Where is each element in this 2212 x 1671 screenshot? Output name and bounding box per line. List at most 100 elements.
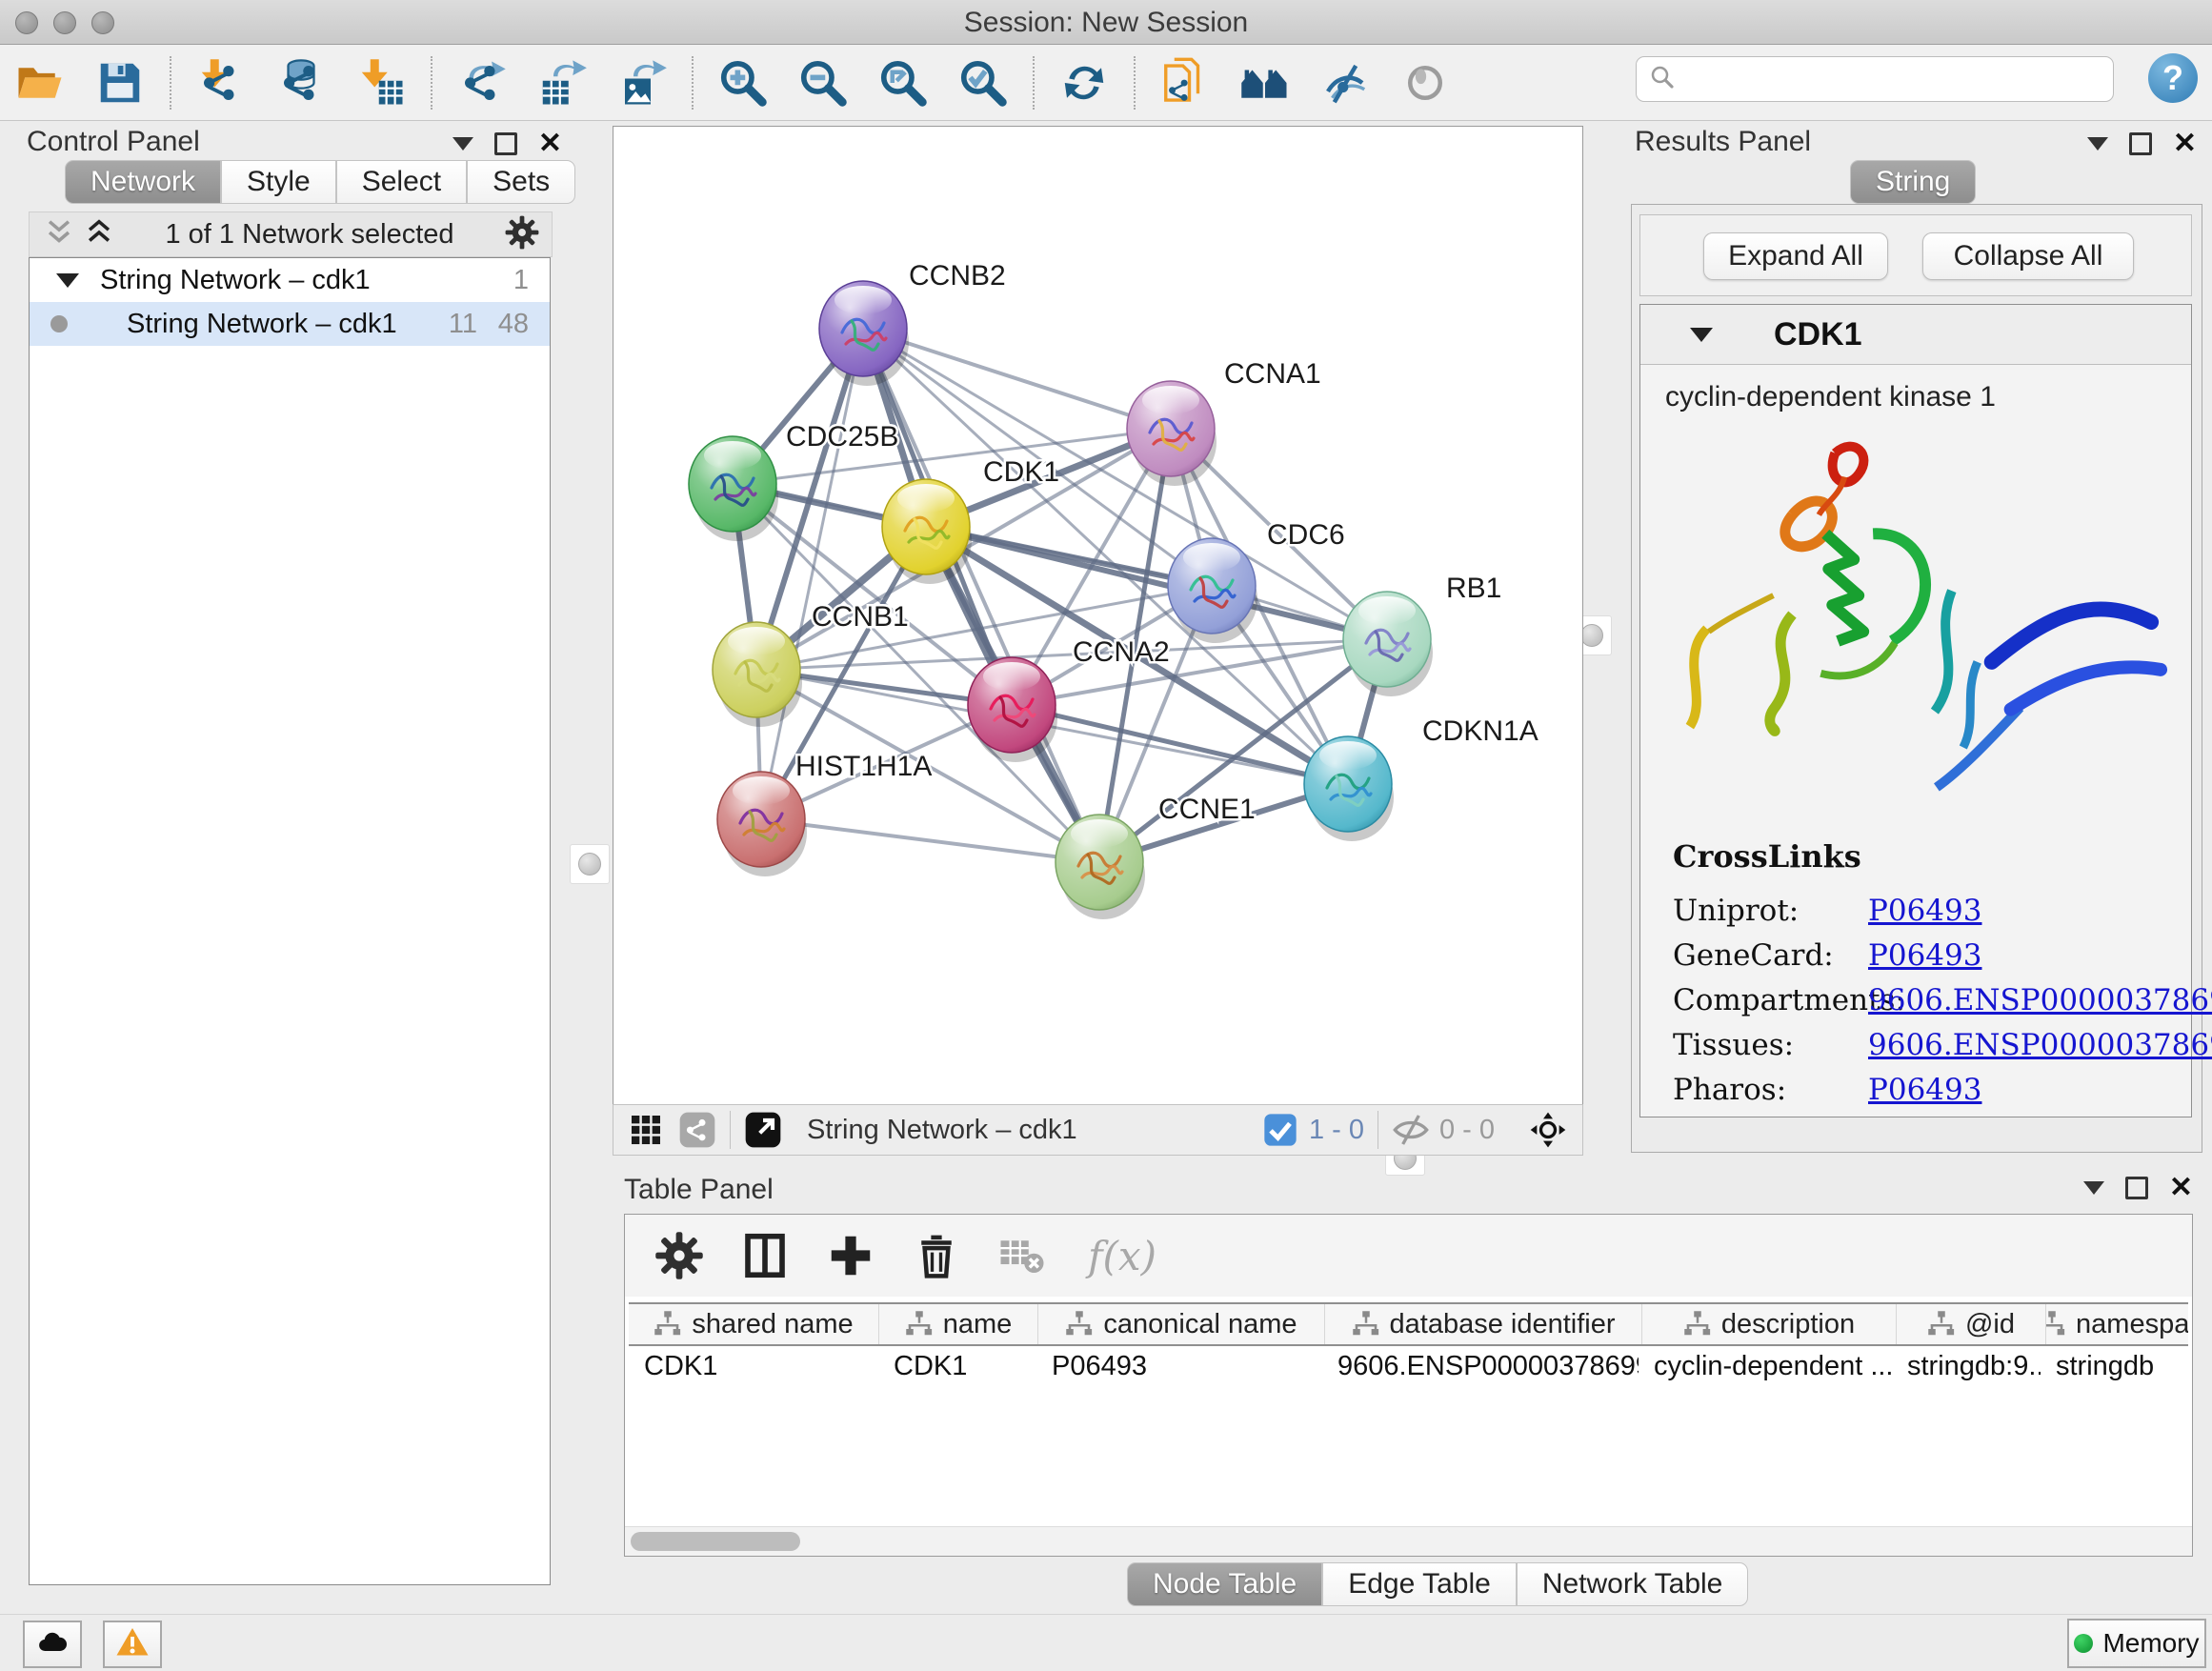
float-table-panel-icon[interactable]	[2125, 1177, 2148, 1199]
show-columns-icon[interactable]	[737, 1228, 793, 1283]
cell-shared-name[interactable]: CDK1	[629, 1351, 878, 1382]
edge-CCNE1-HIST1H1A[interactable]	[761, 819, 1099, 862]
warnings-button[interactable]	[103, 1621, 162, 1668]
collapse-all-networks-icon[interactable]	[43, 216, 75, 253]
open-session-icon[interactable]	[12, 55, 68, 111]
tab-network[interactable]: Network	[65, 160, 221, 204]
close-panel-icon[interactable]: ✕	[538, 130, 562, 158]
import-network-database-icon[interactable]	[273, 55, 329, 111]
float-results-icon[interactable]	[2129, 132, 2152, 155]
share-document-icon[interactable]	[1157, 55, 1213, 111]
selected-checkbox-icon[interactable]	[1261, 1111, 1299, 1149]
crosslink-link[interactable]: 9606.ENSP00000378699	[1868, 1028, 2212, 1062]
column-header-shared-name[interactable]: shared name	[629, 1304, 879, 1344]
float-panel-icon[interactable]	[494, 132, 517, 155]
edge-CCNB2-CCNA1[interactable]	[863, 329, 1171, 429]
zoom-in-icon[interactable]	[715, 55, 771, 111]
close-results-icon[interactable]: ✕	[2173, 130, 2197, 158]
graphics-details-icon[interactable]	[1317, 55, 1373, 111]
tab-network-table[interactable]: Network Table	[1517, 1562, 1749, 1606]
warning-icon	[115, 1625, 150, 1664]
network-row[interactable]: String Network – cdk1 11 48	[30, 302, 550, 346]
detach-view-icon[interactable]	[744, 1111, 782, 1149]
network-options-gear-icon[interactable]	[504, 214, 540, 255]
expand-all-button[interactable]: Expand All	[1703, 232, 1888, 280]
left-splitter-handle[interactable]	[570, 844, 610, 884]
column-header-database-identifier[interactable]: database identifier	[1325, 1304, 1642, 1344]
collapse-panel-icon[interactable]	[452, 137, 473, 151]
column-header-canonical-name[interactable]: canonical name	[1038, 1304, 1325, 1344]
tab-node-table[interactable]: Node Table	[1127, 1562, 1322, 1606]
hidden-eye-icon[interactable]	[1392, 1111, 1430, 1149]
crosslink-link[interactable]: P06493	[1868, 1073, 1981, 1107]
collapse-all-button[interactable]: Collapse All	[1922, 232, 2134, 280]
zoom-selected-icon[interactable]	[955, 55, 1011, 111]
cell--id[interactable]: stringdb:9...	[1892, 1351, 2041, 1382]
crosslink-link[interactable]: 9606.ENSP00000378699	[1868, 983, 2212, 1017]
cell-canonical-name[interactable]: P06493	[1036, 1351, 1322, 1382]
delete-table-icon[interactable]	[995, 1228, 1050, 1283]
table-horizontal-scrollbar[interactable]	[625, 1526, 2192, 1556]
tab-edge-table[interactable]: Edge Table	[1322, 1562, 1517, 1606]
table-row[interactable]: CDK1CDK1P064939606.ENSP00000378699cyclin…	[629, 1346, 2188, 1386]
gene-card-header[interactable]: CDK1	[1640, 305, 2191, 365]
tab-style[interactable]: Style	[221, 160, 336, 204]
tab-select[interactable]: Select	[336, 160, 467, 204]
node-label-CCNB1: CCNB1	[812, 601, 909, 633]
collapse-results-icon[interactable]	[2087, 137, 2108, 151]
edge-CCNB2-CCNE1[interactable]	[863, 329, 1099, 862]
expand-all-networks-icon[interactable]	[83, 216, 115, 253]
import-table-icon[interactable]	[353, 55, 409, 111]
export-image-icon[interactable]	[614, 55, 670, 111]
cell-namespace[interactable]: stringdb	[2041, 1351, 2188, 1382]
save-session-icon[interactable]	[92, 55, 148, 111]
search-field[interactable]	[1636, 56, 2114, 102]
tab-sets[interactable]: Sets	[467, 160, 575, 204]
memory-button[interactable]: Memory	[2067, 1619, 2206, 1668]
export-table-icon[interactable]	[534, 55, 590, 111]
node-HIST1H1A[interactable]: HIST1H1A	[717, 751, 932, 876]
node-CDC25B[interactable]: CDC25B	[689, 421, 898, 541]
column-header-description[interactable]: description	[1642, 1304, 1897, 1344]
collection-expand-icon[interactable]	[56, 273, 79, 288]
node-CCNE1[interactable]: CCNE1	[1056, 794, 1256, 919]
scrollbar-thumb[interactable]	[631, 1532, 800, 1551]
search-input[interactable]	[1684, 59, 2113, 99]
add-column-icon[interactable]	[823, 1228, 878, 1283]
houses-icon[interactable]	[1237, 55, 1293, 111]
help-button[interactable]: ?	[2148, 53, 2198, 103]
crosslink-link[interactable]: P06493	[1868, 894, 1981, 928]
column-header-name[interactable]: name	[879, 1304, 1038, 1344]
presentation-icon[interactable]	[1398, 55, 1453, 111]
crosslink-link[interactable]: P06493	[1868, 938, 1981, 973]
cell-database-identifier[interactable]: 9606.ENSP00000378699	[1322, 1351, 1639, 1382]
network-canvas[interactable]: CCNB2CCNA1CDC25BCDK1CDC6RB1CCNB1CCNA2CDK…	[613, 126, 1583, 1105]
function-builder-icon[interactable]: f(x)	[1088, 1233, 1156, 1279]
node-CCNA1[interactable]: CCNA1	[1127, 358, 1321, 486]
network-view-toolbar: String Network – cdk1 1 - 0 0 - 0	[613, 1104, 1583, 1156]
crosslink-label: Tissues:	[1673, 1028, 1868, 1062]
update-network-icon[interactable]	[1056, 55, 1112, 111]
gene-card-collapse-icon[interactable]	[1690, 328, 1713, 342]
node-CDKN1A[interactable]: CDKN1A	[1304, 715, 1538, 841]
cell-description[interactable]: cyclin-dependent ...	[1639, 1351, 1892, 1382]
column-header--id[interactable]: @id	[1897, 1304, 2046, 1344]
tab-string[interactable]: String	[1850, 160, 1976, 204]
close-table-panel-icon[interactable]: ✕	[2169, 1174, 2193, 1202]
fit-content-icon[interactable]	[1529, 1111, 1567, 1149]
import-network-file-icon[interactable]	[193, 55, 249, 111]
zoom-fit-icon[interactable]	[875, 55, 931, 111]
collapse-table-panel-icon[interactable]	[2083, 1181, 2104, 1195]
zoom-out-icon[interactable]	[795, 55, 851, 111]
network-collection-row[interactable]: String Network – cdk1 1	[30, 258, 550, 302]
column-header-namespace[interactable]: namespace	[2046, 1304, 2188, 1344]
node-RB1[interactable]: RB1	[1343, 573, 1501, 696]
edge-CCNA2-CDKN1A[interactable]	[1012, 705, 1348, 784]
cell-name[interactable]: CDK1	[878, 1351, 1036, 1382]
cloud-status-button[interactable]	[23, 1621, 82, 1668]
export-network-icon[interactable]	[454, 55, 510, 111]
birdseye-grid-icon[interactable]	[627, 1111, 665, 1149]
string-renderer-icon[interactable]	[678, 1111, 716, 1149]
delete-column-icon[interactable]	[909, 1228, 964, 1283]
table-options-gear-icon[interactable]	[652, 1228, 707, 1283]
